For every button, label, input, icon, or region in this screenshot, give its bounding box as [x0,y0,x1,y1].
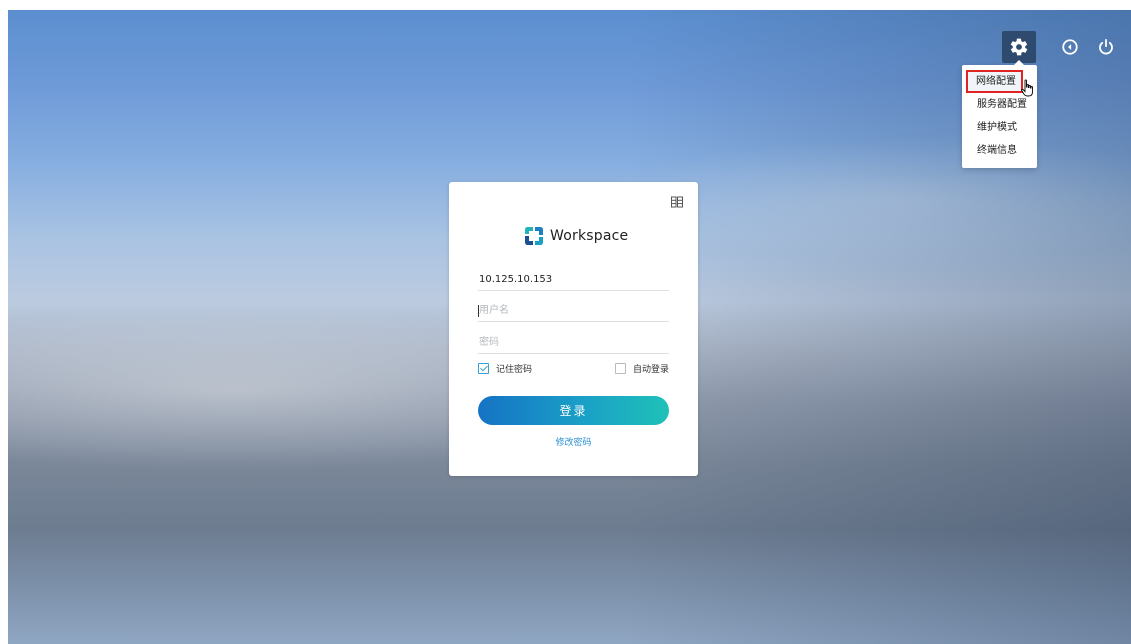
top-controls [0,0,1131,63]
remember-password-label: 记住密码 [496,365,533,375]
menu-item-terminal-info[interactable]: 终端信息 [962,139,1037,162]
language-switch-icon[interactable] [671,196,683,208]
server-address-field[interactable] [478,269,669,291]
menu-item-maintenance-mode[interactable]: 维护模式 [962,116,1037,139]
remember-password-checkbox[interactable]: 记住密码 [478,362,532,375]
login-options: 记住密码 自动登录 [478,362,669,376]
auto-login-label: 自动登录 [632,365,669,375]
workspace-logo-icon [525,227,543,245]
power-icon [1099,38,1113,55]
login-button[interactable]: 登录 [478,396,669,425]
settings-button[interactable] [1002,31,1036,63]
checkbox-checked-icon [478,363,489,374]
gear-icon [1010,38,1028,56]
username-field[interactable] [478,300,669,322]
text-caret [478,305,479,317]
hand-cursor-icon [1021,79,1033,97]
power-button[interactable] [1089,31,1123,63]
password-field[interactable] [478,332,669,354]
brand: Workspace [523,223,628,249]
auto-login-checkbox[interactable]: 自动登录 [614,362,669,375]
back-button[interactable] [1053,31,1087,63]
checkbox-unchecked-icon [614,363,626,374]
brand-name: Workspace [550,228,629,244]
login-card: Workspace 记住密码 自动登录 登录 修改密码 [449,182,698,476]
circle-back-icon [1062,39,1078,55]
menu-item-network-config[interactable]: 网络配置 [966,70,1023,93]
change-password-link[interactable]: 修改密码 [449,435,698,448]
